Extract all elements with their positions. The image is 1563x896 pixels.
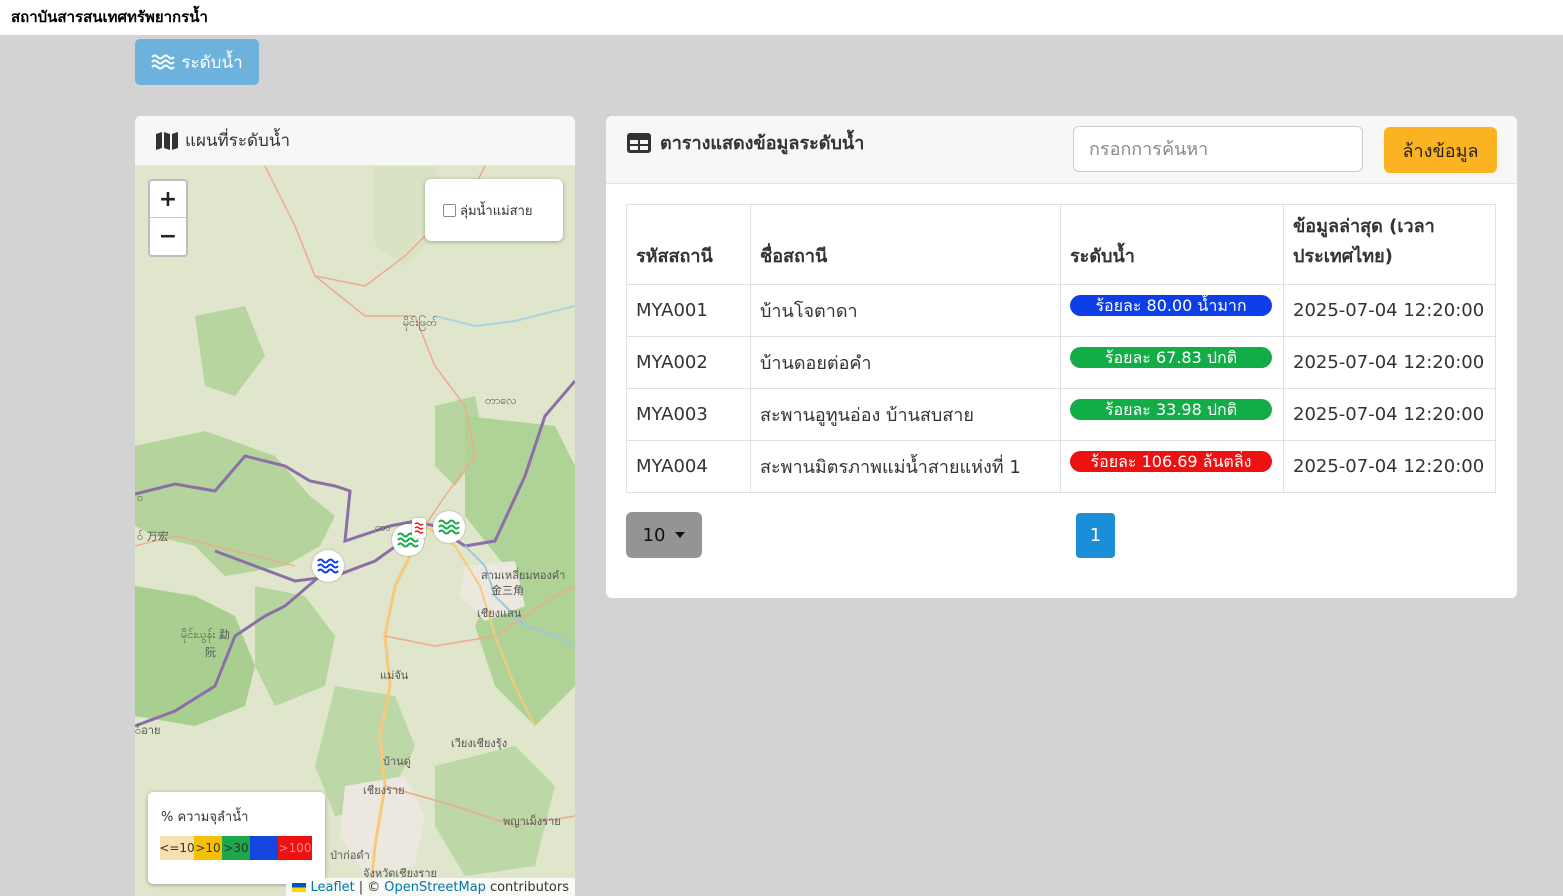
col-station-code[interactable]: รหัสสถานี (626, 204, 751, 285)
cell-name: บ้านดอยต่อคำ (750, 336, 1061, 389)
water-waves-icon (414, 522, 424, 534)
legend-item: >100 (278, 836, 312, 860)
col-latest-data-line1: ข้อมูลล่าสุด (เวลา (1293, 216, 1435, 237)
legend-item: <=10 (159, 836, 195, 860)
cell-code: MYA001 (626, 284, 751, 337)
zoom-in-button[interactable]: + (150, 181, 186, 218)
cell-code: MYA004 (626, 440, 751, 493)
table-card: ตารางแสดงข้อมูลระดับน้ำ ล้างข้อมูล รหัสส… (606, 116, 1517, 598)
pagination-page-1[interactable]: 1 (1076, 513, 1115, 558)
zoom-out-button[interactable]: − (150, 218, 186, 255)
level-badge: ร้อยละ 67.83 ปกติ (1070, 347, 1272, 368)
place-label: ဝ (137, 491, 144, 504)
water-waves-icon (151, 54, 176, 70)
water-level-table: รหัสสถานี ชื่อสถานี ระดับน้ำ ข้อมูลล่าสุ… (626, 204, 1496, 493)
page-size-value: 10 (642, 524, 666, 546)
table-row[interactable]: MYA002 บ้านดอยต่อคำ ร้อยละ 67.83 ปกติ 20… (626, 336, 1496, 389)
ukraine-flag-icon (292, 882, 307, 892)
osm-link[interactable]: OpenStreetMap (384, 880, 486, 895)
cell-level: ร้อยละ 80.00 น้ำมาก (1060, 284, 1284, 337)
attribution-contributors: contributors (489, 879, 569, 895)
cell-updated: 2025-07-04 12:20:00 (1283, 336, 1496, 389)
col-latest-data[interactable]: ข้อมูลล่าสุด (เวลาประเทศไทย) (1283, 204, 1496, 285)
place-label: เชียงแสน (477, 607, 522, 620)
cell-name: สะพานอูทูนอ่อง บ้านสบสาย (750, 388, 1061, 441)
table-icon (627, 132, 651, 153)
cell-updated: 2025-07-04 12:20:00 (1283, 440, 1496, 493)
table-header-row: รหัสสถานี ชื่อสถานี ระดับน้ำ ข้อมูลล่าสุ… (626, 204, 1496, 285)
water-waves-icon (438, 519, 460, 535)
station-marker-mya001[interactable] (312, 550, 344, 582)
place-label: မိုင်းဖြတ် (403, 316, 438, 329)
station-marker-mya003[interactable] (433, 511, 465, 543)
map-basemap[interactable] (135, 166, 575, 896)
cell-name: สะพานมิตรภาพแม่น้ำสายแห่งที่ 1 (750, 440, 1061, 493)
legend-item: >10 (194, 836, 222, 860)
caret-down-icon (675, 532, 686, 538)
place-label: ป่าก่อดำ (330, 849, 370, 862)
legend-scale: <=10 >10 >30 >70 >100 (159, 836, 312, 860)
legend-item: >30 (222, 836, 250, 860)
page-size-dropdown[interactable]: 10 (626, 512, 702, 558)
place-label: เวียงเชียงรุ้ง (451, 737, 508, 750)
map-attribution: Leaflet | © OpenStreetMap contributors (286, 878, 575, 896)
cell-level: ร้อยละ 106.69 ล้นตลิ่ง (1060, 440, 1284, 493)
zoom-control: + − (148, 179, 188, 257)
layer-control[interactable]: ลุ่มน้ำแม่สาย (425, 179, 563, 241)
search-input[interactable] (1073, 126, 1363, 172)
cell-code: MYA002 (626, 336, 751, 389)
layer-label: ลุ่มน้ำแม่สาย (460, 203, 533, 219)
map-card: แผนที่ระดับน้ำ + − ลุ่มน้ำแม่สาย မိုင်းဖ… (135, 116, 575, 896)
place-label: บ้านดู่ (383, 755, 411, 768)
cell-name: บ้านโจตาดา (750, 284, 1061, 337)
col-water-level[interactable]: ระดับน้ำ (1060, 204, 1284, 285)
place-label: 金三角 (491, 584, 524, 597)
level-badge: ร้อยละ 33.98 ปกติ (1070, 399, 1272, 420)
level-badge: ร้อยละ 106.69 ล้นตลิ่ง (1070, 451, 1272, 472)
water-level-tab[interactable]: ระดับน้ำ (135, 39, 259, 85)
cell-updated: 2025-07-04 12:20:00 (1283, 284, 1496, 337)
leaflet-link[interactable]: Leaflet (310, 880, 354, 895)
clear-button[interactable]: ล้างข้อมูล (1384, 127, 1497, 173)
table-card-header: ตารางแสดงข้อมูลระดับน้ำ ล้างข้อมูล (606, 116, 1517, 184)
place-label: မိုင်းယွန်း 勐 (181, 628, 230, 641)
place-label: 阮 (205, 646, 216, 659)
map-card-header: แผนที่ระดับน้ำ (135, 116, 575, 166)
place-label: ဝ် 万宏 (137, 530, 169, 543)
table-row[interactable]: MYA003 สะพานอูทูนอ่อง บ้านสบสาย ร้อยละ 3… (626, 388, 1496, 441)
capacity-legend: % ความจุลำน้ำ <=10 >10 >30 >70 >100 (148, 792, 325, 884)
place-label: ဝ်อาย (135, 724, 161, 737)
col-latest-data-line2: ประเทศไทย) (1293, 246, 1393, 267)
cell-updated: 2025-07-04 12:20:00 (1283, 388, 1496, 441)
legend-item: >70 (250, 836, 278, 860)
app-title: สถาบันสารสนเทศทรัพยากรน้ำ (11, 8, 208, 26)
place-label: တာလေ (485, 394, 517, 407)
map-icon (156, 131, 178, 150)
place-label: แม่จัน (380, 669, 409, 682)
water-level-tab-label: ระดับน้ำ (181, 52, 243, 73)
legend-title: % ความจุลำน้ำ (161, 810, 249, 825)
top-bar: สถาบันสารสนเทศทรัพยากรน้ำ (0, 0, 1563, 35)
station-marker-mya004[interactable] (412, 518, 426, 538)
table-row[interactable]: MYA001 บ้านโจตาดา ร้อยละ 80.00 น้ำมาก 20… (626, 284, 1496, 337)
level-badge: ร้อยละ 80.00 น้ำมาก (1070, 295, 1272, 316)
place-label: တာ (375, 521, 391, 534)
place-label: เชียงราย (363, 784, 405, 797)
water-waves-icon (317, 558, 339, 574)
table-row[interactable]: MYA004 สะพานมิตรภาพแม่น้ำสายแห่งที่ 1 ร้… (626, 440, 1496, 493)
map-view[interactable]: + − ลุ่มน้ำแม่สาย မိုင်းဖြတ် တာလေ တာ สาม… (135, 166, 575, 896)
layer-checkbox[interactable] (443, 203, 456, 217)
cell-level: ร้อยละ 33.98 ปกติ (1060, 388, 1284, 441)
cell-level: ร้อยละ 67.83 ปกติ (1060, 336, 1284, 389)
attribution-sep: | © (358, 879, 381, 895)
map-card-title: แผนที่ระดับน้ำ (185, 131, 291, 151)
cell-code: MYA003 (626, 388, 751, 441)
table-card-title-group: ตารางแสดงข้อมูลระดับน้ำ (626, 128, 864, 157)
col-station-name[interactable]: ชื่อสถานี (750, 204, 1061, 285)
place-label: พญาเม็งราย (503, 815, 561, 828)
table-card-title: ตารางแสดงข้อมูลระดับน้ำ (660, 133, 865, 154)
